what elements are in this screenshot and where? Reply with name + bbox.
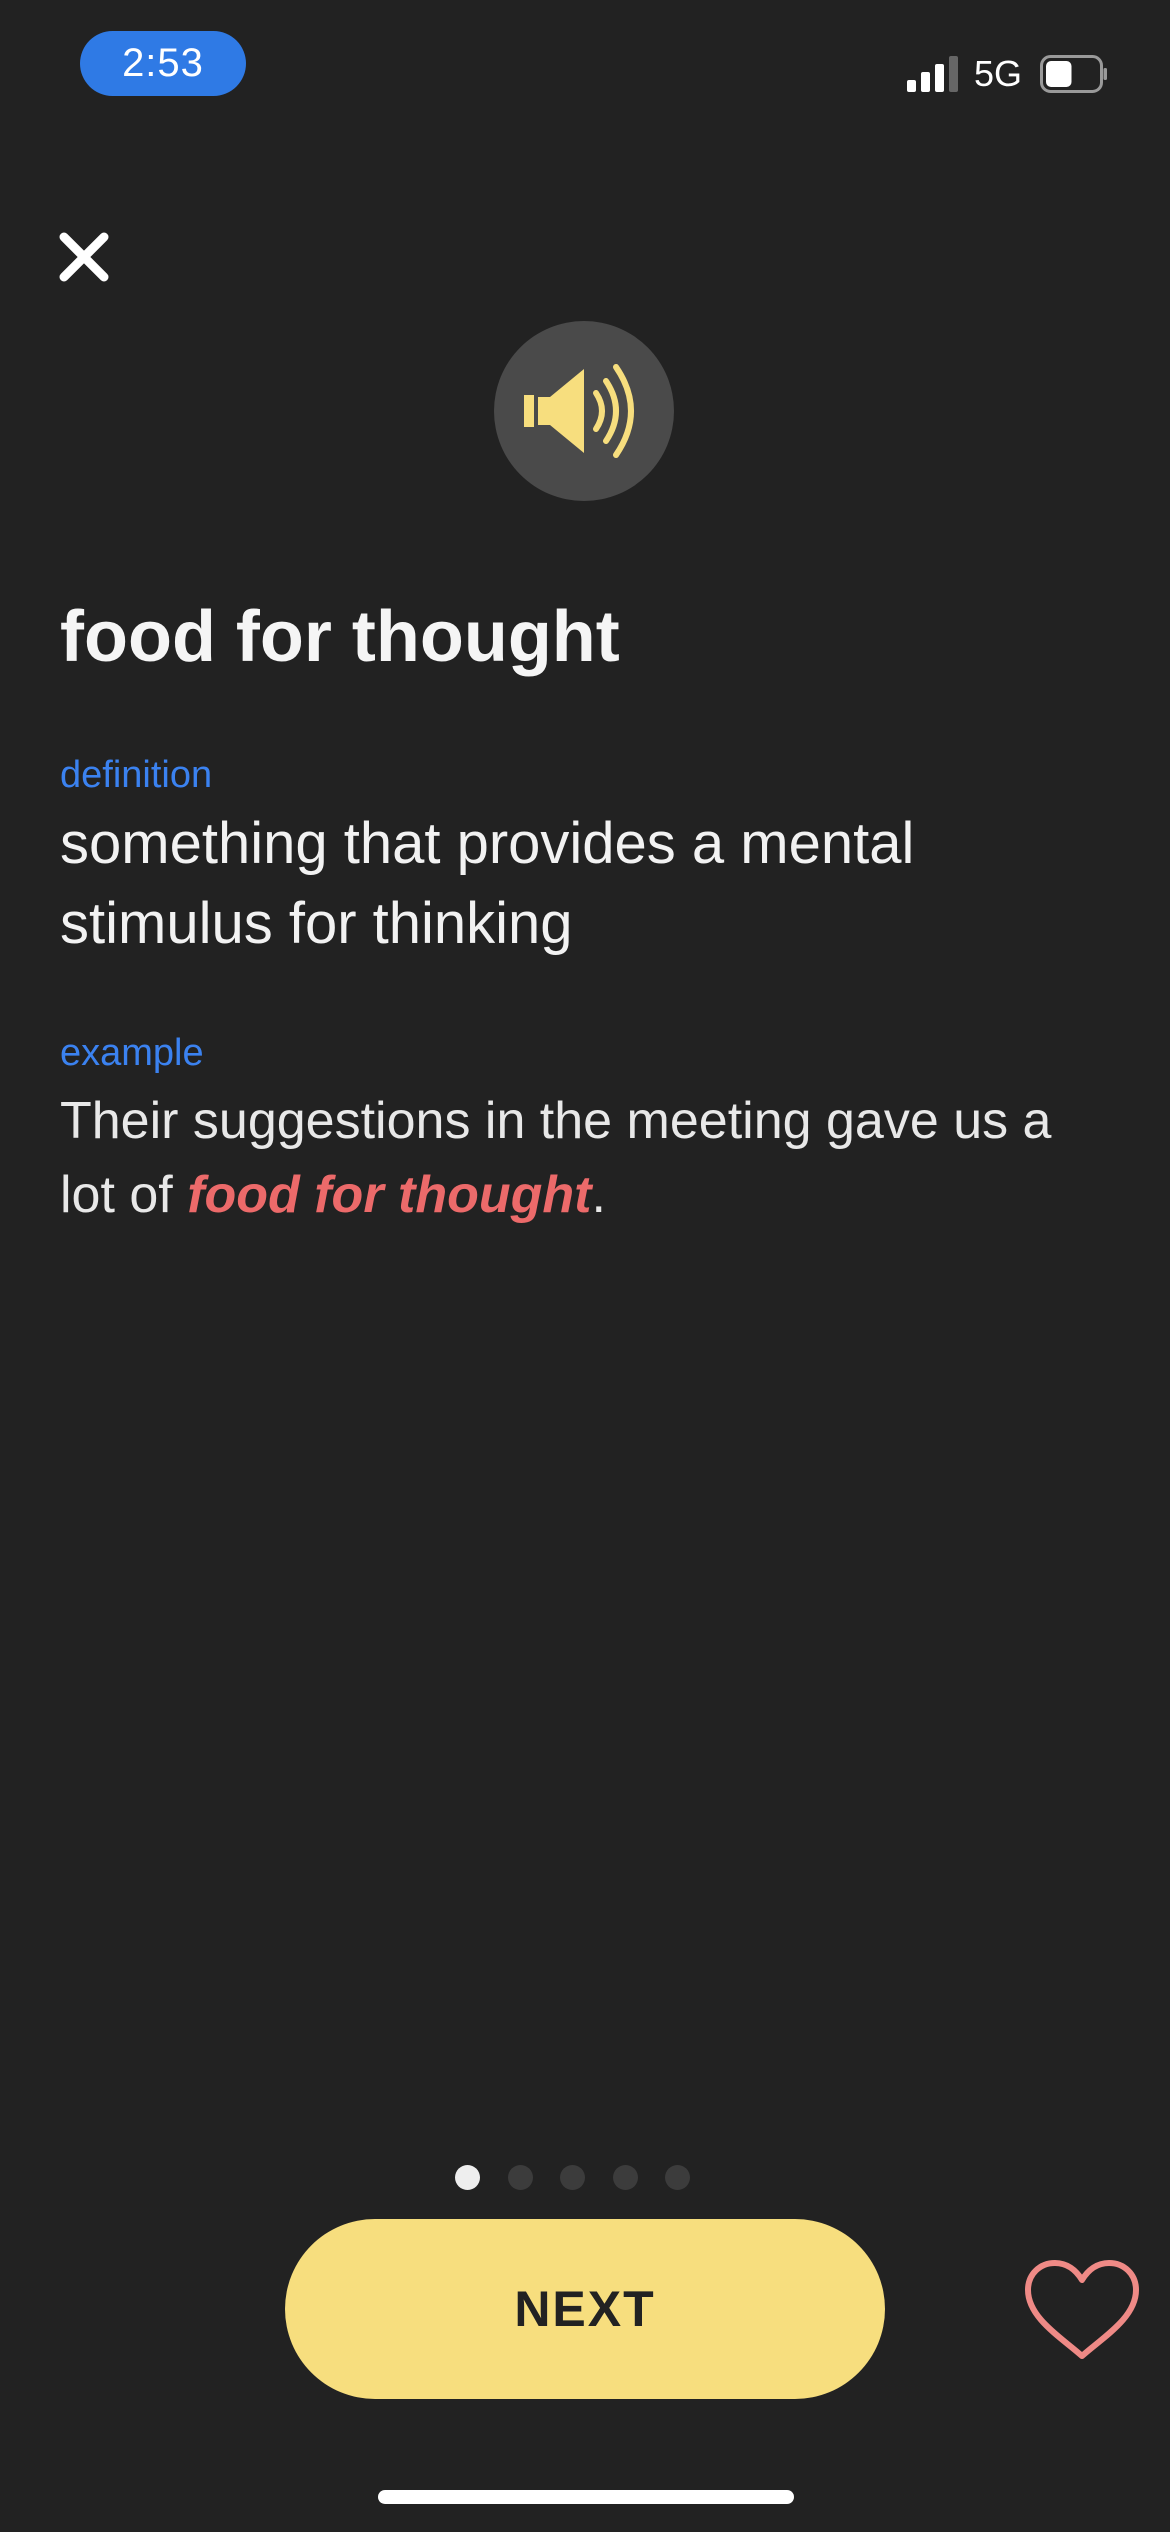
page-dot: [507, 2165, 533, 2190]
example-label: example: [60, 1032, 204, 1074]
play-audio-button[interactable]: [494, 321, 674, 501]
signal-bar: [935, 64, 944, 92]
example-text-after: .: [591, 1166, 606, 1224]
heart-icon[interactable]: [1022, 2258, 1142, 2362]
speaker-icon: [524, 364, 634, 458]
definition-label: definition: [60, 754, 213, 796]
page-dot: [612, 2165, 638, 2190]
signal-bar: [907, 80, 916, 92]
close-icon[interactable]: [52, 225, 116, 289]
home-indicator[interactable]: [378, 2490, 794, 2504]
page-dot: [665, 2165, 690, 2190]
page-dot: [560, 2165, 585, 2190]
signal-bar: [921, 72, 930, 92]
example-highlight: food for thought: [187, 1166, 592, 1224]
network-type: 5G: [974, 53, 1023, 94]
page-dot: [455, 2165, 480, 2190]
definition-text: something that provides a mental stimulu…: [60, 811, 915, 956]
cellular-signal-icon: [907, 56, 959, 92]
phrase-title: food for thought: [60, 597, 620, 677]
battery-fill: [1046, 61, 1072, 87]
example-sentence: Their suggestions in the meeting gave us…: [60, 1084, 1120, 1232]
signal-bar: [949, 56, 958, 92]
next-button[interactable]: NEXT: [285, 2219, 885, 2399]
status-time: 2:53: [80, 31, 246, 96]
page-indicator: [455, 2165, 715, 2191]
battery-icon: [1040, 55, 1107, 93]
